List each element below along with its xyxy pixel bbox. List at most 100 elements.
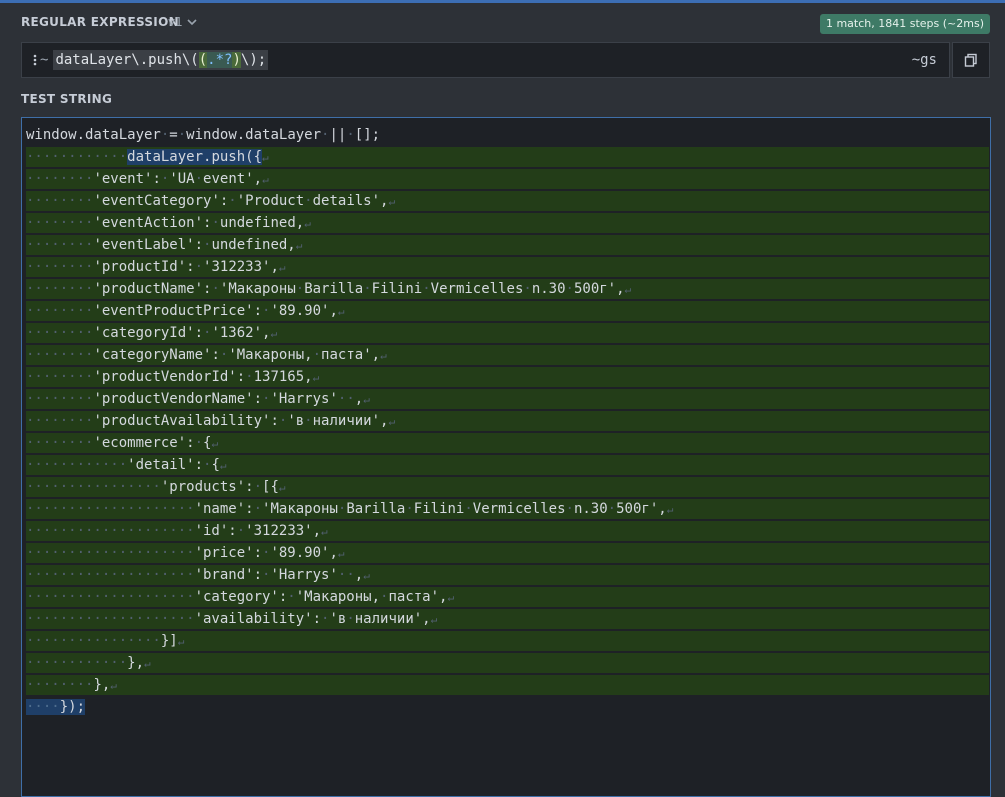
newline-icon: ↵ <box>624 283 632 296</box>
version-label: v1 <box>168 15 183 29</box>
test-string-line: ············dataLayer.push({↵ <box>26 147 989 167</box>
test-string-line: ········'event':·'UA·event',↵ <box>26 169 989 189</box>
newline-icon: ↵ <box>262 151 269 164</box>
newline-icon: ↵ <box>447 591 455 604</box>
delimiter-menu[interactable]: ~ <box>32 52 48 68</box>
test-string-line: ········'categoryName':·'Макароны,·паста… <box>26 345 989 365</box>
whitespace-dot: · <box>160 127 170 143</box>
version-dropdown[interactable]: v1 <box>168 15 198 29</box>
indent-dots: ···················· <box>26 545 195 561</box>
newline-icon: ↵ <box>304 217 311 230</box>
whitespace-dot: · <box>337 501 347 517</box>
test-string-title: TEST STRING <box>21 92 113 106</box>
newline-icon: ↵ <box>219 459 227 472</box>
whitespace-dot: · <box>278 413 288 429</box>
pattern-group-open: ( <box>198 52 208 68</box>
whitespace-dot: · <box>321 611 330 627</box>
test-string-line: ········'productId':·'312233',↵ <box>26 257 989 277</box>
newline-icon: ↵ <box>388 415 396 428</box>
regex-section-title: REGULAR EXPRESSION <box>21 15 179 29</box>
whitespace-dot: · <box>565 281 574 297</box>
newline-icon: ↵ <box>270 327 278 340</box>
match-end-highlight: ····}); <box>26 699 86 715</box>
whitespace-dot: · <box>321 127 330 143</box>
test-string-line: ········'productName':·'Макароны·Barilla… <box>26 279 989 299</box>
whitespace-dot: · <box>253 501 263 517</box>
whitespace-dot: · <box>262 545 271 561</box>
test-string-line: ········'ecommerce':·{↵ <box>26 433 989 453</box>
whitespace-dot: · <box>194 435 204 451</box>
indent-dots: ················ <box>26 479 161 495</box>
indent-dots: ········ <box>26 237 94 253</box>
whitespace-dot: · <box>346 127 355 143</box>
whitespace-dot: · <box>304 413 313 429</box>
whitespace-dot: · <box>203 325 212 341</box>
test-string-line: ········'productVendorId':·137165,↵ <box>26 367 989 387</box>
whitespace-dot: · <box>312 347 322 363</box>
test-string-line: ········'productVendorName':·'Harrys'··,… <box>26 389 989 409</box>
match-start-highlight: dataLayer.push({ <box>127 149 263 165</box>
pattern-prefix: dataLayer\.push\( <box>55 52 199 68</box>
indent-dots: ···· <box>26 699 60 715</box>
whitespace-dot: · <box>253 479 263 495</box>
regex-flags[interactable]: ~gs <box>912 52 937 68</box>
newline-icon: ↵ <box>278 481 286 494</box>
pattern-suffix: \); <box>240 52 267 68</box>
whitespace-dot: · <box>262 303 271 319</box>
indent-dots: ········ <box>26 171 94 187</box>
top-accent-line <box>0 0 1005 3</box>
indent-dots: ···················· <box>26 523 195 539</box>
newline-icon: ↵ <box>430 613 438 626</box>
test-string-line: ············},↵ <box>26 653 989 673</box>
newline-icon: ↵ <box>312 371 320 384</box>
indent-dots: ···················· <box>26 501 195 517</box>
whitespace-dot: · <box>346 567 355 583</box>
whitespace-dot: · <box>295 281 305 297</box>
whitespace-dot: · <box>262 391 271 407</box>
whitespace-dot: · <box>211 215 220 231</box>
whitespace-dot: · <box>363 281 372 297</box>
copy-button[interactable] <box>952 42 990 78</box>
whitespace-dot: · <box>523 281 532 297</box>
test-string-line: ················}]↵ <box>26 631 989 651</box>
whitespace-dot: · <box>160 171 170 187</box>
test-string-line: ····················'availability':·'в·н… <box>26 609 989 629</box>
test-string-editor[interactable]: window.dataLayer·=·window.dataLayer·||·[… <box>21 117 991 797</box>
newline-icon: ↵ <box>295 239 303 252</box>
test-string-line: ········'eventCategory':·'Product·detail… <box>26 191 989 211</box>
whitespace-dot: · <box>245 369 254 385</box>
regex-input-box[interactable]: ~ dataLayer\.push\((.*?)\); ~gs <box>21 42 950 78</box>
whitespace-dot: · <box>346 611 355 627</box>
indent-dots: ········ <box>26 369 94 385</box>
kebab-icon <box>33 54 37 66</box>
whitespace-dot: · <box>380 589 389 605</box>
chevron-down-icon <box>187 19 197 26</box>
whitespace-dot: · <box>194 259 204 275</box>
whitespace-dot: · <box>219 347 229 363</box>
indent-dots: ········ <box>26 193 94 209</box>
newline-icon: ↵ <box>388 195 396 208</box>
copy-icon <box>964 53 977 67</box>
newline-icon: ↵ <box>262 173 269 186</box>
indent-dots: ········ <box>26 347 94 363</box>
indent-dots: ············ <box>26 655 128 671</box>
regex-pattern[interactable]: dataLayer\.push\((.*?)\); <box>53 50 269 70</box>
indent-dots: ········ <box>26 281 94 297</box>
newline-icon: ↵ <box>177 635 185 648</box>
indent-dots: ········ <box>26 303 94 319</box>
test-string-line: window.dataLayer·=·window.dataLayer·||·[… <box>26 127 381 143</box>
test-string-line: ····}); <box>26 697 86 717</box>
indent-dots: ················ <box>26 633 161 649</box>
test-string-line: ····················'category':·'Макарон… <box>26 587 989 607</box>
test-string-line: ········'eventAction':·undefined,↵ <box>26 213 989 233</box>
whitespace-dot: · <box>203 457 212 473</box>
test-string-line: ········'eventLabel':·undefined,↵ <box>26 235 989 255</box>
indent-dots: ········ <box>26 215 94 231</box>
newline-icon: ↵ <box>363 393 370 406</box>
delimiter-char: ~ <box>40 52 49 68</box>
whitespace-dot: · <box>211 281 220 297</box>
indent-dots: ········ <box>26 391 94 407</box>
indent-dots: ···················· <box>26 611 195 627</box>
whitespace-dot: · <box>194 171 204 187</box>
test-string-line: ····················'brand':·'Harrys'··,… <box>26 565 989 585</box>
